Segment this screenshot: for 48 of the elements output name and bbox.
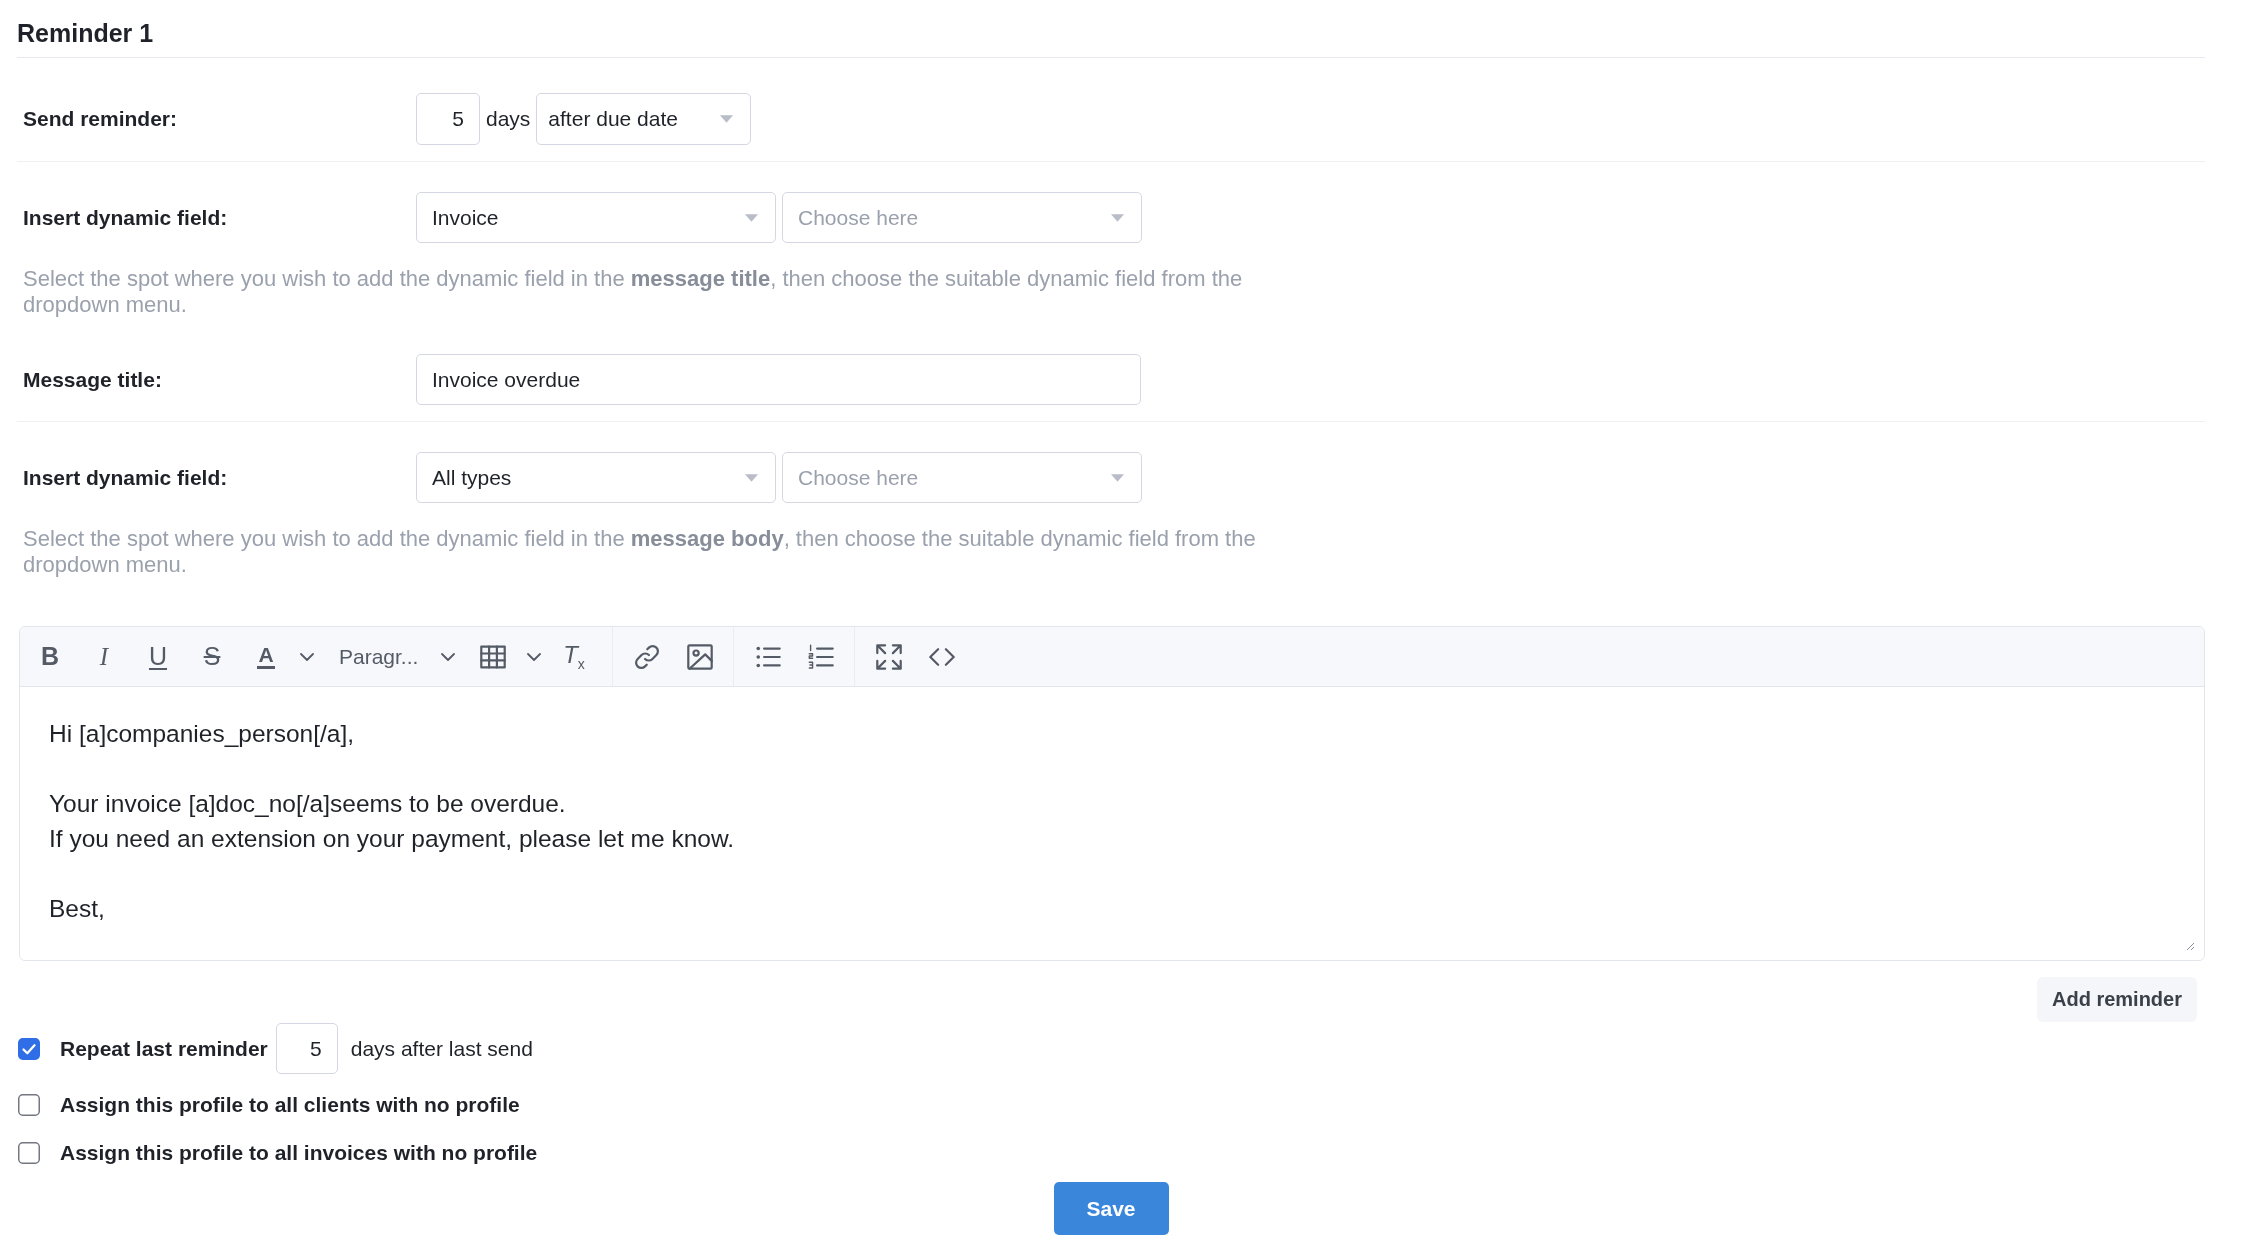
message-body-line: Best,: [49, 894, 105, 924]
underline-button[interactable]: U: [131, 627, 185, 686]
caret-icon: [1111, 213, 1124, 222]
unit-text: days: [486, 107, 531, 131]
help-text: Select the spot where you wish to add the dynamic field in the message title, then choose the suitable dynamic field from the dropdown menu.: [23, 266, 1244, 318]
checkbox[interactable]: [18, 1037, 40, 1060]
caret-icon: [745, 473, 758, 482]
checkbox-label: Assign this profile to all clients with no profile: [60, 1093, 520, 1117]
chevron-down-icon[interactable]: [526, 652, 541, 661]
chevron-down-icon: [441, 652, 455, 661]
message-title-input[interactable]: Invoice overdue: [416, 354, 1141, 405]
field-label: Insert dynamic field:: [23, 465, 229, 490]
message-body-line: Your invoice [a]doc_no[/a]seems to be overdue.: [49, 789, 566, 819]
clear-formatting-button[interactable]: T$_{x}$: [547, 627, 601, 686]
resize-handle-icon[interactable]: [2186, 942, 2194, 950]
section-title: Reminder 1: [17, 14, 2205, 58]
help-text: Select the spot where you wish to add the dynamic field in the message body, then choose the suitable dynamic field from the dropdown menu.: [23, 526, 1257, 578]
category-select[interactable]: Invoice: [416, 192, 776, 243]
field-label: Send reminder:: [23, 107, 179, 131]
link-icon[interactable]: [633, 643, 660, 670]
message-body-line: Hi [a]companies_person[/a],: [49, 719, 355, 749]
caret-icon: [1111, 473, 1124, 482]
numbered-list-icon[interactable]: [807, 643, 834, 670]
save-button[interactable]: Save: [1053, 1182, 1169, 1235]
checkbox[interactable]: [18, 1094, 40, 1116]
italic-button[interactable]: I: [77, 627, 131, 686]
message-body-line: If you need an extension on your payment, please let me know.: [49, 824, 735, 854]
checkbox-label: Assign this profile to all invoices with no profile: [60, 1141, 538, 1165]
field-label: Message title:: [23, 367, 163, 392]
caret-icon: [720, 115, 734, 123]
category-select[interactable]: All types: [416, 452, 776, 503]
days-input[interactable]: 5: [416, 93, 480, 145]
checkbox[interactable]: [18, 1142, 40, 1164]
strikethrough-button[interactable]: S: [185, 627, 239, 686]
table-icon[interactable]: [480, 643, 506, 670]
fullscreen-icon[interactable]: [875, 643, 902, 670]
bold-button[interactable]: B: [23, 627, 77, 686]
chevron-down-icon[interactable]: [299, 652, 314, 661]
add-reminder-button[interactable]: Add reminder: [2036, 977, 2197, 1022]
field-label: Insert dynamic field:: [23, 205, 229, 230]
paragraph-format-dropdown[interactable]: Paragr...: [320, 627, 466, 686]
repeat-suffix-text: days after last send: [350, 1036, 533, 1061]
caret-icon: [745, 213, 758, 222]
timing-select[interactable]: after due date: [536, 93, 752, 145]
text-color-button[interactable]: A: [239, 627, 293, 686]
checkbox-label: Repeat last reminder: [60, 1036, 268, 1061]
image-icon[interactable]: [686, 643, 713, 670]
repeat-days-input[interactable]: 5: [275, 1023, 338, 1074]
